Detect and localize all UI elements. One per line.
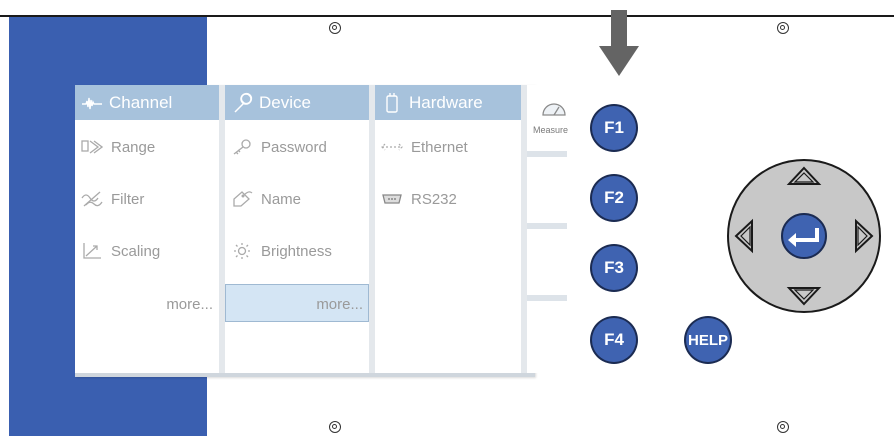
device-more-link[interactable]: more... [225, 296, 363, 313]
channel-title: Channel [109, 92, 173, 112]
device-column: Device Password Name Brightness [225, 85, 369, 373]
measure-tab[interactable]: Measure [527, 85, 569, 373]
scaling-icon [83, 243, 101, 259]
screen-bottom-strip [75, 373, 535, 377]
menu-item-label: Name [261, 190, 302, 208]
range-icon [81, 140, 103, 154]
menu-item-rs232[interactable]: RS232 [375, 186, 521, 212]
f2-button[interactable]: F2 [592, 176, 636, 220]
device-title: Device [259, 92, 311, 112]
help-button[interactable]: HELP [686, 318, 730, 362]
channel-header[interactable]: Channel [75, 85, 219, 120]
waveform-icon [82, 97, 102, 109]
menu-item-name[interactable]: Name [225, 186, 369, 212]
channel-more-link[interactable]: more... [75, 296, 213, 313]
navigation-pad [727, 159, 881, 313]
menu-item-label: RS232 [411, 190, 457, 208]
measure-label: Measure [533, 125, 569, 135]
menu-item-scaling[interactable]: Scaling [75, 238, 219, 264]
down-arrow-icon [599, 10, 639, 76]
f4-button[interactable]: F4 [592, 318, 636, 362]
menu-item-label: Brightness [261, 242, 332, 260]
f1-button[interactable]: F1 [592, 106, 636, 150]
menu-item-brightness[interactable]: Brightness [225, 238, 369, 264]
device-header[interactable]: Device [225, 85, 369, 120]
key-icon [233, 139, 251, 155]
sun-icon [234, 243, 250, 259]
screw-icon [329, 22, 341, 34]
hardware-column: Hardware Ethernet RS232 [375, 85, 521, 373]
menu-item-ethernet[interactable]: Ethernet [375, 134, 521, 160]
tab-divider [527, 151, 567, 157]
screw-icon [329, 421, 341, 433]
tag-icon [233, 191, 253, 207]
menu-item-label: Scaling [111, 242, 161, 260]
device-icon [386, 92, 398, 113]
menu-item-filter[interactable]: Filter [75, 186, 219, 212]
f3-button[interactable]: F3 [592, 246, 636, 290]
gauge-icon [542, 103, 566, 116]
ethernet-icon [381, 143, 403, 151]
serial-port-icon [382, 194, 402, 204]
channel-column: Channel Range Filter Scaling more... [75, 85, 219, 373]
hardware-header[interactable]: Hardware [375, 85, 521, 120]
menu-item-label: Range [111, 138, 156, 156]
screw-icon [777, 421, 789, 433]
wrench-icon [234, 92, 253, 113]
filter-icon [81, 191, 103, 207]
menu-item-label: Password [261, 138, 327, 156]
menu-item-label: Ethernet [411, 138, 468, 156]
menu-item-password[interactable]: Password [225, 134, 369, 160]
menu-item-range[interactable]: Range [75, 134, 219, 160]
screw-icon [777, 22, 789, 34]
tab-divider [527, 295, 567, 301]
menu-item-label: Filter [111, 190, 145, 208]
hardware-title: Hardware [409, 92, 483, 112]
menu-screen: Channel Range Filter Scaling more... Dev… [75, 85, 568, 377]
tab-divider [527, 223, 567, 229]
enter-button[interactable] [781, 213, 827, 259]
